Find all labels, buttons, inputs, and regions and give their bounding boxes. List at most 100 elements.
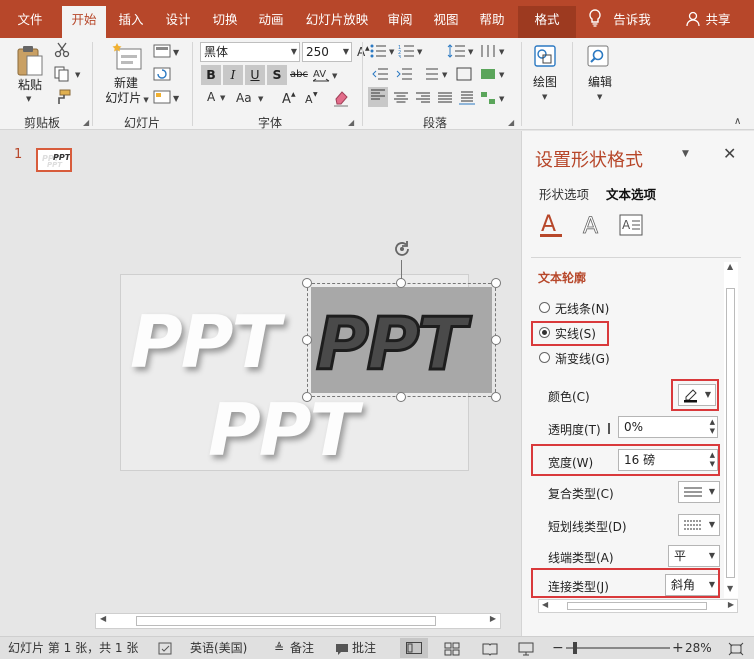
textbox-icon[interactable]: A [619, 214, 643, 239]
font-size-combo[interactable]: 250 ▼ [302, 42, 352, 62]
decrease-font-icon[interactable]: A ▼ [303, 90, 319, 109]
justify-icon[interactable] [438, 92, 452, 107]
zoom-level[interactable]: 28% [685, 637, 712, 659]
tab-text-options[interactable]: 文本选项 [606, 184, 656, 203]
tab-file[interactable]: 文件 [10, 6, 50, 38]
scroll-thumb[interactable] [136, 616, 436, 626]
horizontal-scrollbar[interactable]: ◀ ▶ [95, 613, 501, 629]
pane-hscroll-thumb[interactable] [567, 602, 707, 610]
tab-review[interactable]: 审阅 [382, 6, 418, 38]
underline-button[interactable]: U [245, 65, 265, 85]
tab-slideshow[interactable]: 幻灯片放映 [300, 6, 374, 38]
tell-me-search[interactable]: 告诉我 [610, 6, 654, 38]
fit-slide-icon[interactable] [728, 641, 744, 659]
align-left-button[interactable] [368, 87, 388, 107]
find-icon[interactable] [586, 44, 612, 71]
char-spacing-icon[interactable]: AV ▼ [312, 67, 339, 86]
pane-hscroll[interactable]: ◀ ▶ [538, 599, 738, 613]
font-color-icon[interactable]: A [205, 90, 219, 109]
comments-button[interactable]: 批注 [352, 637, 376, 659]
reset-icon[interactable] [153, 67, 171, 84]
pane-options-dropdown[interactable]: ▼ [682, 149, 689, 159]
resize-handle-n[interactable] [396, 278, 406, 288]
drawing-button[interactable]: 绘图 [529, 75, 561, 90]
scroll-left-icon[interactable]: ◀ [100, 614, 106, 623]
columns-icon[interactable]: ▼ [480, 44, 508, 61]
convert-smartart-icon[interactable]: ▼ [480, 91, 508, 108]
pane-vertical-scrollbar[interactable]: ▲ ▼ [724, 262, 738, 598]
paste-button[interactable]: 粘贴 [14, 78, 46, 93]
cap-type-dropdown[interactable]: 平 ▼ [668, 545, 720, 567]
new-slide-dropdown[interactable]: 幻灯片 ▼ [102, 91, 152, 106]
compound-type-dropdown[interactable]: ▼ [678, 481, 720, 503]
font-color-dropdown[interactable]: ▼ [220, 94, 225, 102]
clipboard-launcher[interactable]: ◢ [83, 118, 89, 127]
tab-format[interactable]: 格式 [518, 6, 576, 38]
spellcheck-icon[interactable] [158, 641, 174, 659]
decrease-indent-icon[interactable] [372, 67, 388, 84]
share-button[interactable]: 共享 [702, 6, 734, 38]
slide-text-left[interactable]: PPT [130, 300, 281, 384]
align-center-icon[interactable] [394, 92, 408, 107]
resize-handle-w[interactable] [302, 335, 312, 345]
editing-button[interactable]: 编辑 [583, 75, 617, 90]
text-direction-icon[interactable]: ▼ [424, 67, 452, 84]
zoom-in-button[interactable]: + [672, 637, 684, 659]
reading-view-icon[interactable] [482, 641, 498, 659]
bold-button[interactable]: B [201, 65, 221, 85]
paste-dropdown[interactable]: ▼ [26, 95, 31, 103]
cut-icon[interactable] [54, 42, 70, 61]
resize-handle-s[interactable] [396, 392, 406, 402]
tab-help[interactable]: 帮助 [474, 6, 510, 38]
normal-view-icon[interactable] [400, 638, 428, 658]
transparency-slider[interactable] [608, 423, 610, 434]
copy-dropdown[interactable]: ▼ [75, 71, 80, 79]
zoom-out-button[interactable]: − [552, 637, 564, 659]
tab-transitions[interactable]: 切换 [205, 6, 245, 38]
scroll-right-icon[interactable]: ▶ [490, 614, 496, 623]
tab-shape-options[interactable]: 形状选项 [539, 184, 589, 203]
pane-scroll-up-icon[interactable]: ▲ [727, 262, 733, 271]
line-spacing-icon[interactable]: ▼ [447, 44, 475, 61]
drawing-dropdown[interactable]: ▼ [542, 93, 547, 101]
tab-design[interactable]: 设计 [158, 6, 198, 38]
dash-type-dropdown[interactable]: ▼ [678, 514, 720, 536]
pane-scroll-left-icon[interactable]: ◀ [542, 600, 548, 609]
comments-icon[interactable] [335, 641, 349, 659]
pane-scroll-down-icon[interactable]: ▼ [727, 584, 733, 593]
resize-handle-nw[interactable] [302, 278, 312, 288]
gradient-line-radio[interactable] [539, 352, 550, 363]
new-slide-icon[interactable] [111, 43, 143, 74]
tab-view[interactable]: 视图 [428, 6, 464, 38]
language-indicator[interactable]: 英语(美国) [190, 637, 247, 659]
tab-home[interactable]: 开始 [62, 6, 106, 38]
rotate-handle-icon[interactable] [391, 238, 413, 263]
transparency-input[interactable]: 0% ▲ ▼ [618, 416, 718, 438]
slide-text-bottom[interactable]: PPT [208, 388, 359, 472]
copy-icon[interactable] [54, 66, 72, 85]
pane-vscroll-thumb[interactable] [726, 288, 735, 578]
align-right-icon[interactable] [416, 92, 430, 107]
font-name-combo[interactable]: 黑体 ▼ [200, 42, 300, 62]
change-case-icon[interactable]: Aa ▼ [236, 90, 268, 109]
resize-handle-e[interactable] [491, 335, 501, 345]
slideshow-view-icon[interactable] [518, 641, 534, 659]
close-icon[interactable]: ✕ [723, 144, 736, 163]
paragraph-launcher[interactable]: ◢ [508, 118, 514, 127]
smartart-icon[interactable]: ▼ [480, 67, 506, 84]
bullets-icon[interactable]: ▼ [370, 44, 396, 61]
drawing-icon[interactable] [532, 44, 558, 71]
resize-handle-ne[interactable] [491, 278, 501, 288]
slide-thumbnail[interactable]: PPT PPT PPT [36, 148, 72, 172]
resize-handle-se[interactable] [491, 392, 501, 402]
clear-formatting-icon[interactable] [332, 89, 350, 110]
numbering-icon[interactable]: 1 2 3 ▼ [398, 44, 424, 61]
align-text-icon[interactable] [456, 67, 472, 84]
editing-dropdown[interactable]: ▼ [597, 93, 602, 101]
slide-sorter-icon[interactable] [444, 641, 460, 659]
font-launcher[interactable]: ◢ [348, 118, 354, 127]
format-painter-icon[interactable] [55, 89, 71, 108]
zoom-slider-thumb[interactable] [573, 642, 577, 654]
increase-indent-icon[interactable] [396, 67, 412, 84]
distributed-icon[interactable] [459, 91, 475, 108]
